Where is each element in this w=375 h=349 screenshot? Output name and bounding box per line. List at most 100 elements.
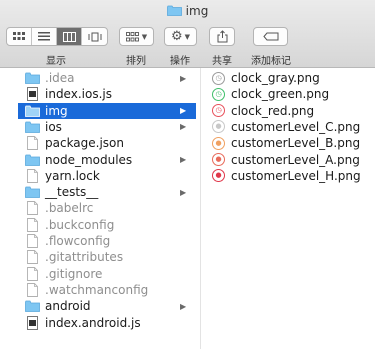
list-item-label: package.json (45, 136, 125, 151)
list-item-label: .buckconfig (45, 217, 115, 232)
list-item-label: ios (45, 119, 62, 134)
disclosure-arrow-icon: ▶ (180, 301, 187, 311)
list-item-label: index.ios.js (45, 87, 112, 102)
list-item[interactable]: .gitignore (18, 266, 196, 282)
window-title: img (0, 4, 375, 18)
arrange-grid-icon (125, 31, 139, 41)
list-item[interactable]: .idea ▶ (18, 70, 196, 86)
list-item-label: customerLevel_B.png (231, 136, 361, 151)
image-file-icon: ◷ (212, 87, 225, 101)
document-icon (24, 282, 40, 297)
list-item-label: .idea (45, 71, 75, 85)
list-item-label: .watchmanconfig (45, 282, 149, 297)
list-item-label: .babelrc (45, 201, 94, 216)
document-icon (24, 201, 40, 216)
list-item[interactable]: node_modules ▶ (18, 152, 196, 168)
column-browser: .idea ▶ index.ios.js img ▶ ios ▶ package.json no… (0, 68, 375, 349)
list-item[interactable]: __tests__ ▶ (18, 184, 196, 200)
action-button[interactable]: ⚙ ▼ (164, 27, 197, 46)
chevron-down-icon: ▼ (184, 32, 191, 41)
view-mode-control[interactable] (6, 27, 108, 46)
list-item[interactable]: index.android.js (18, 315, 196, 331)
folder-icon (24, 299, 40, 313)
arrange-label: 排列 (126, 56, 146, 67)
list-item-label: yarn.lock (45, 168, 100, 183)
document-icon (24, 168, 40, 183)
list-item[interactable]: .flowconfig (18, 233, 196, 249)
column-view-button[interactable] (57, 28, 82, 45)
list-item-label: clock_red.png (231, 103, 315, 118)
disclosure-arrow-icon: ▶ (180, 187, 187, 197)
project-column: .idea ▶ index.ios.js img ▶ ios ▶ package.json no… (18, 68, 196, 349)
list-item[interactable]: ◷ clock_green.png (206, 86, 375, 102)
image-file-icon: ● (212, 136, 225, 150)
list-item[interactable]: package.json (18, 135, 196, 151)
action-label: 操作 (170, 56, 190, 67)
folder-icon (24, 153, 40, 167)
list-item[interactable]: .gitattributes (18, 249, 196, 265)
js-file-icon (24, 315, 40, 330)
list-view-button[interactable] (32, 28, 57, 45)
list-item[interactable]: index.ios.js (18, 86, 196, 102)
image-file-icon: ● (212, 120, 225, 134)
disclosure-arrow-icon: ▶ (180, 73, 187, 83)
folder-icon (24, 71, 40, 85)
view-label: 显示 (46, 56, 66, 67)
disclosure-arrow-icon: ▶ (180, 122, 187, 132)
share-label: 共享 (212, 56, 232, 67)
add-tag-label: 添加标记 (251, 56, 291, 67)
chevron-down-icon: ▼ (141, 32, 148, 41)
icon-view-button[interactable] (7, 28, 32, 45)
column-divider[interactable] (200, 68, 201, 349)
list-item[interactable]: android ▶ (18, 298, 196, 314)
list-item-label: customerLevel_A.png (231, 152, 360, 167)
list-item[interactable]: yarn.lock (18, 168, 196, 184)
list-item-label: node_modules (45, 152, 133, 167)
share-button[interactable] (209, 27, 235, 46)
folder-icon (24, 104, 40, 118)
list-item[interactable]: .babelrc (18, 200, 196, 216)
arrange-button[interactable]: ▼ (119, 27, 154, 46)
list-item-label: .gitattributes (45, 250, 124, 265)
gallery-icon (88, 32, 101, 41)
img-column: ◷ clock_gray.png ◷ clock_green.png ◷ clock_re… (206, 68, 375, 349)
list-item-label: customerLevel_C.png (231, 119, 361, 134)
folder-icon (24, 185, 40, 199)
disclosure-arrow-icon: ▶ (180, 106, 187, 116)
list-item-label: clock_gray.png (231, 71, 320, 85)
columns-icon (62, 31, 76, 42)
add-tag-button[interactable] (253, 27, 288, 46)
js-file-icon (24, 87, 40, 102)
image-file-icon: ● (212, 153, 225, 166)
folder-icon (24, 120, 40, 134)
list-item-label: clock_green.png (231, 87, 330, 102)
list-item[interactable]: ◷ clock_gray.png (206, 70, 375, 86)
list-item-label: .gitignore (45, 266, 103, 281)
document-icon (24, 266, 40, 281)
document-icon (24, 250, 40, 265)
image-file-icon: ◷ (212, 104, 225, 118)
list-item[interactable]: ◷ clock_red.png (206, 103, 375, 119)
gear-icon: ⚙ (170, 29, 183, 44)
disclosure-arrow-icon: ▶ (180, 155, 187, 164)
list-item-label: img (45, 103, 68, 118)
list-item[interactable]: .watchmanconfig (18, 282, 196, 298)
share-icon (217, 30, 227, 43)
gallery-view-button[interactable] (82, 28, 107, 45)
folder-icon (166, 5, 182, 16)
image-file-icon: ● (212, 169, 225, 183)
list-item-label: __tests__ (45, 185, 99, 200)
tag-icon (262, 32, 278, 41)
list-item[interactable]: ios ▶ (18, 119, 196, 135)
toolbar: img 显示 ▼ 排列 ⚙ ▼ 操作 共享 添加标记 (0, 0, 375, 68)
list-item[interactable]: ● customerLevel_C.png (206, 119, 375, 135)
list-item[interactable]: .buckconfig (18, 217, 196, 233)
grid-icon (13, 32, 25, 40)
list-item[interactable]: ● customerLevel_B.png (206, 135, 375, 151)
list-item[interactable]: ● customerLevel_A.png (206, 152, 375, 168)
document-icon (24, 234, 40, 248)
list-item-label: .flowconfig (45, 234, 111, 248)
list-item-label: customerLevel_H.png (231, 168, 361, 183)
list-item[interactable]: img ▶ (18, 102, 196, 119)
list-item[interactable]: ● customerLevel_H.png (206, 168, 375, 184)
